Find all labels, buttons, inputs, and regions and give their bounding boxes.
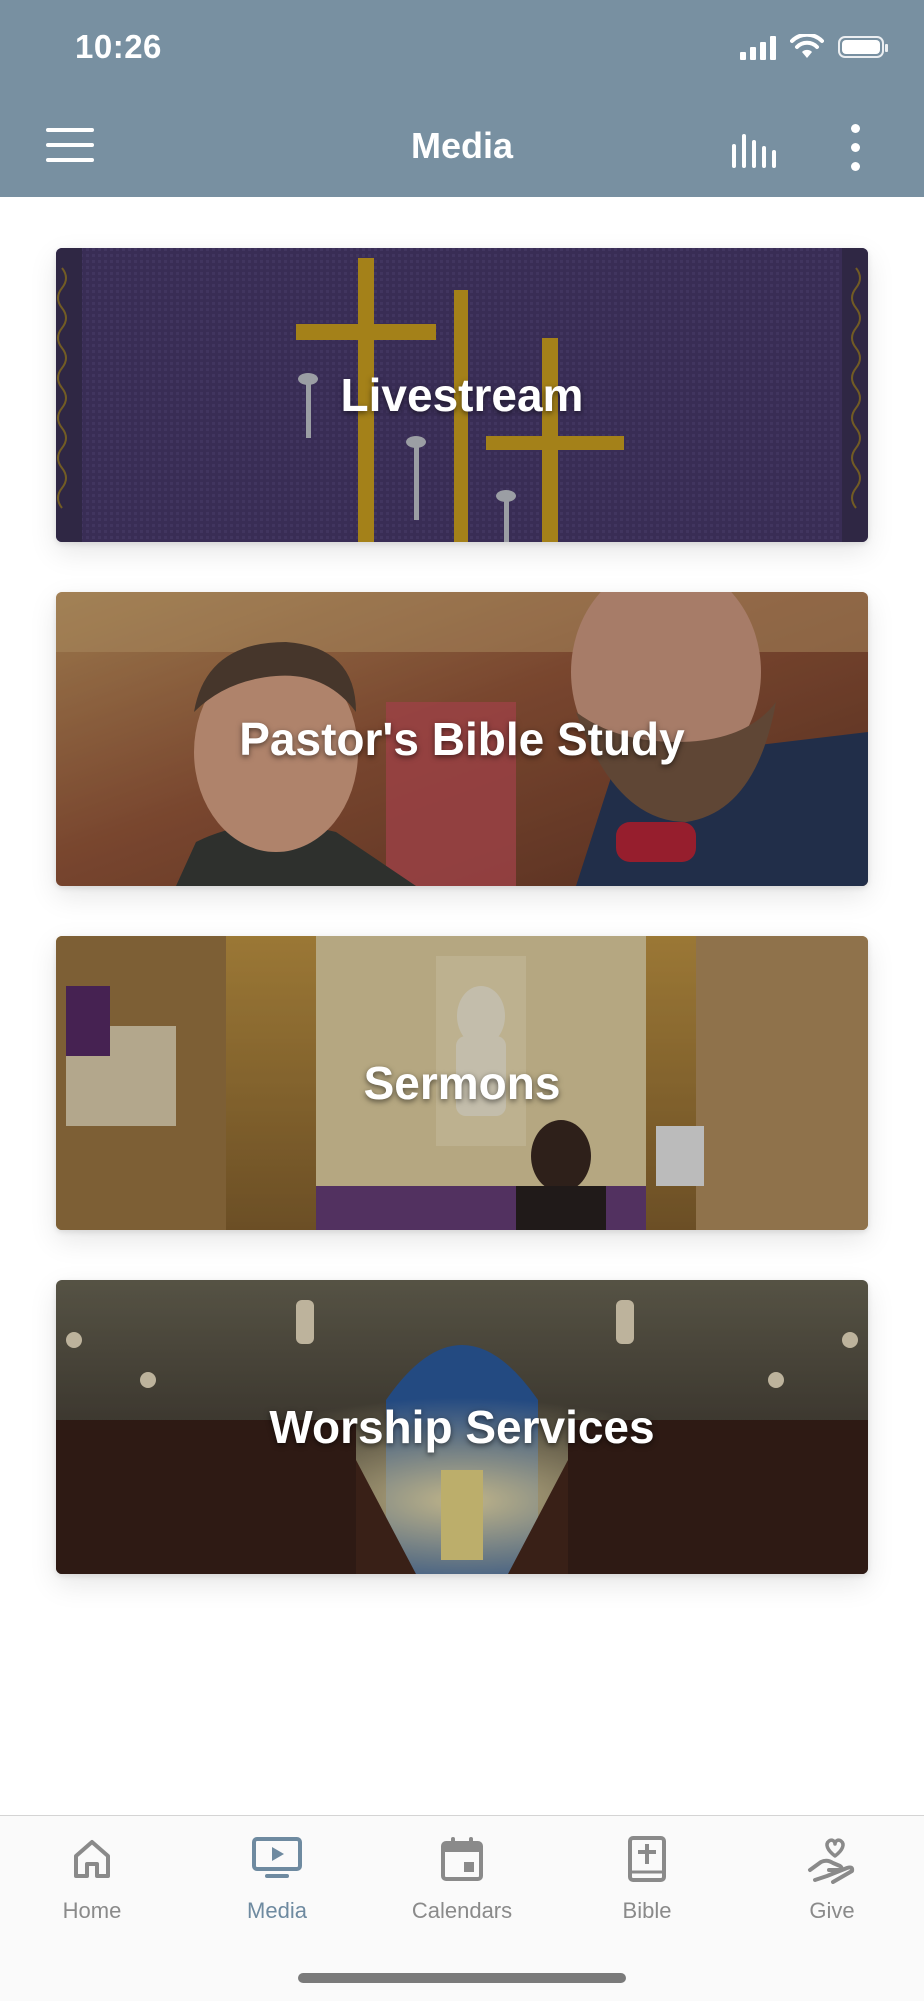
- pastors-bible-study-card[interactable]: Pastor's Bible Study: [56, 592, 868, 886]
- status-time: 10:26: [75, 28, 162, 65]
- card-title: Worship Services: [269, 1401, 655, 1453]
- tab-label: Give: [809, 1898, 855, 1923]
- tab-label: Calendars: [411, 1898, 513, 1923]
- vertical-ellipsis-icon[interactable]: [845, 124, 865, 172]
- card-title: Sermons: [363, 1057, 561, 1109]
- status-icons: [740, 34, 888, 60]
- page-title: Media: [410, 125, 514, 166]
- card-title: Pastor's Bible Study: [239, 713, 685, 765]
- wifi-icon: [790, 34, 824, 58]
- app-header: 10:26 Media: [0, 0, 924, 197]
- heart-hand-icon: [808, 1838, 855, 1884]
- tab-label: Home: [62, 1898, 122, 1923]
- bible-icon: [628, 1836, 666, 1882]
- livestream-card[interactable]: Livestream: [56, 248, 868, 542]
- tab-label: Media: [247, 1898, 307, 1923]
- calendar-icon: [441, 1837, 483, 1881]
- worship-services-card[interactable]: Worship Services: [56, 1280, 868, 1574]
- battery-icon: [838, 36, 888, 58]
- house-icon: [74, 1840, 110, 1878]
- home-indicator[interactable]: [298, 1973, 626, 1983]
- tab-bible[interactable]: Bible: [555, 1816, 739, 1926]
- tab-home[interactable]: Home: [0, 1816, 184, 1926]
- audio-bars-icon[interactable]: [730, 130, 782, 170]
- tab-label: Bible: [622, 1898, 672, 1923]
- tab-media[interactable]: Media: [185, 1816, 369, 1926]
- sermons-card[interactable]: Sermons: [56, 936, 868, 1230]
- cellular-signal-icon: [740, 34, 776, 60]
- monitor-play-icon: [252, 1837, 302, 1878]
- card-title: Livestream: [340, 369, 584, 421]
- tab-give[interactable]: Give: [740, 1816, 924, 1926]
- tab-calendars[interactable]: Calendars: [370, 1816, 554, 1926]
